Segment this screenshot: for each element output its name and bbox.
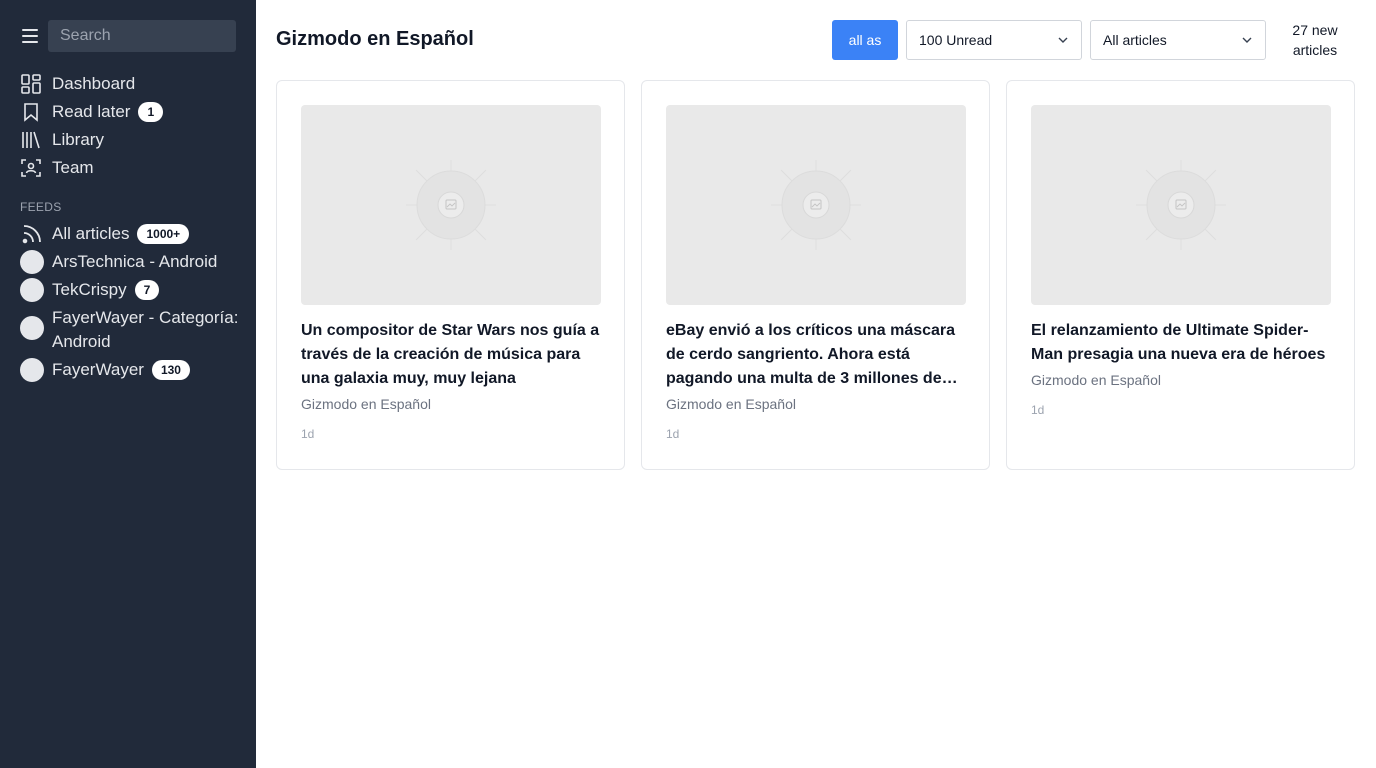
nav-label-library: Library [52, 130, 104, 149]
image-placeholder-icon [1031, 105, 1331, 305]
nav-label-dashboard: Dashboard [52, 74, 136, 93]
article-title: Un compositor de Star Wars nos guía a tr… [301, 322, 600, 387]
page-title: Gizmodo en Español [276, 28, 474, 50]
feed-count-badge: 1000+ [137, 224, 190, 244]
nav-item-library[interactable]: Library [20, 126, 244, 154]
article-card[interactable]: El relanzamiento de Ultimate Spider-Man … [1006, 80, 1355, 470]
articles-filter-select[interactable]: All articles [1090, 20, 1266, 60]
image-placeholder-icon [301, 105, 601, 305]
main-nav: Dashboard Read later 1 Library Team [20, 70, 244, 182]
library-icon [20, 129, 42, 151]
article-time: 1d [301, 427, 315, 441]
bookmark-icon [20, 101, 42, 123]
feed-label: TekCrispy [52, 280, 127, 299]
feed-count-badge: 130 [151, 360, 190, 380]
nav-item-read-later[interactable]: Read later 1 [20, 98, 244, 126]
articles-filter-value: All articles [1103, 32, 1167, 48]
feeds-section-title: FEEDS [20, 200, 62, 214]
feed-item-fayerwayer-android[interactable]: FayerWayer - Categoría: Android [20, 306, 248, 354]
nav-label-read-later: Read later [52, 102, 131, 121]
feed-count-badge: 7 [134, 280, 160, 300]
image-placeholder-icon [666, 105, 966, 305]
unread-filter-select[interactable]: 100 Unread [906, 20, 1082, 60]
dashboard-icon [20, 73, 42, 95]
main-content: Gizmodo en Español all as 100 Unread All… [256, 0, 1376, 768]
team-icon [20, 157, 42, 179]
feed-avatar-icon [20, 358, 44, 382]
article-source: Gizmodo en Español [666, 396, 796, 412]
article-title: eBay envió a los críticos una máscara de… [666, 322, 956, 387]
article-card[interactable]: Un compositor de Star Wars nos guía a tr… [276, 80, 625, 470]
read-later-count-badge: 1 [138, 102, 164, 122]
feeds-list: All articles 1000+ ArsTechnica - Android… [20, 222, 248, 386]
feed-label: FayerWayer [52, 360, 144, 379]
mark-all-as-read-button[interactable]: all as [832, 20, 898, 60]
feed-item-fayerwayer[interactable]: FayerWayer 130 [20, 358, 248, 382]
feed-item-all-articles[interactable]: All articles 1000+ [20, 222, 248, 246]
article-source: Gizmodo en Español [301, 396, 431, 412]
chevron-down-icon [1058, 37, 1068, 43]
feed-item-arstechnica-android[interactable]: ArsTechnica - Android [20, 250, 248, 274]
feed-avatar-icon [20, 316, 44, 340]
feed-item-tekcrispy[interactable]: TekCrispy 7 [20, 278, 248, 302]
nav-item-dashboard[interactable]: Dashboard [20, 70, 244, 98]
article-time: 1d [1031, 403, 1045, 417]
feed-label: All articles [52, 224, 130, 243]
new-articles-button[interactable]: 27 new articles [1282, 20, 1348, 60]
article-time: 1d [666, 427, 680, 441]
chevron-down-icon [1242, 37, 1252, 43]
menu-icon[interactable] [18, 24, 42, 48]
search-input[interactable] [48, 20, 236, 52]
rss-icon [20, 222, 44, 246]
feed-avatar-icon [20, 278, 44, 302]
feed-avatar-icon [20, 250, 44, 274]
sidebar: Dashboard Read later 1 Library [0, 0, 256, 768]
article-source: Gizmodo en Español [1031, 372, 1161, 388]
feed-label: ArsTechnica - Android [52, 252, 218, 271]
nav-label-team: Team [52, 158, 94, 177]
article-title: El relanzamiento de Ultimate Spider-Man … [1031, 322, 1326, 363]
article-grid: Un compositor de Star Wars nos guía a tr… [276, 80, 1356, 470]
unread-filter-value: 100 Unread [919, 32, 993, 48]
feed-label: FayerWayer - Categoría: Android [52, 308, 239, 351]
nav-item-team[interactable]: Team [20, 154, 244, 182]
article-card[interactable]: eBay envió a los críticos una máscara de… [641, 80, 990, 470]
